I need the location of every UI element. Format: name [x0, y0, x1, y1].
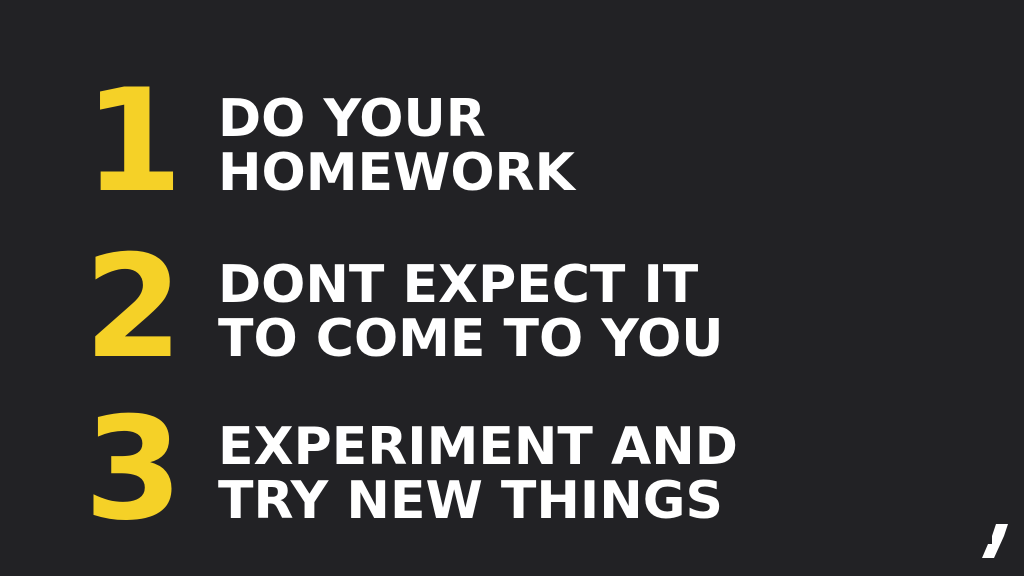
item-text-line: TRY NEW THINGS [218, 471, 723, 531]
list-item-3: 3 EXPERIMENT AND TRY NEW THINGS [0, 387, 1024, 552]
list-item-2: 2 DONT EXPECT IT TO COME TO YOU [0, 225, 1024, 390]
brand-logo-icon [982, 524, 1008, 558]
item-number: 3 [84, 387, 183, 552]
item-text: DO YOUR HOMEWORK [218, 92, 918, 200]
item-number: 1 [84, 59, 183, 224]
item-text: EXPERIMENT AND TRY NEW THINGS [218, 420, 918, 528]
item-text-line: HOMEWORK [218, 143, 575, 203]
item-text-line: DONT EXPECT IT [218, 255, 699, 315]
slide: 1 DO YOUR HOMEWORK 2 DONT EXPECT IT TO C… [0, 0, 1024, 576]
item-text-line: EXPERIMENT AND [218, 417, 738, 477]
item-number: 2 [84, 225, 183, 390]
item-text-line: DO YOUR [218, 89, 486, 149]
item-text-line: TO COME TO YOU [218, 309, 724, 369]
list-item-1: 1 DO YOUR HOMEWORK [0, 59, 1024, 224]
item-text: DONT EXPECT IT TO COME TO YOU [218, 258, 918, 366]
